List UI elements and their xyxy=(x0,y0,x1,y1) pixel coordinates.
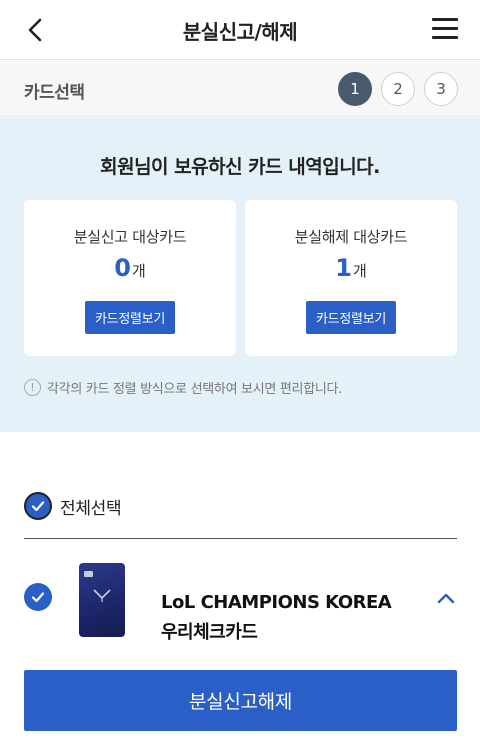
card-logo-icon xyxy=(93,589,111,602)
lost-release-count: 1개 xyxy=(245,254,457,282)
select-all-checkbox[interactable]: 전체선택 xyxy=(24,492,122,520)
step-label: 카드선택 xyxy=(24,83,85,103)
lost-release-label: 분실해제 대상카드 xyxy=(294,228,408,246)
lost-report-card-box: 분실신고 대상카드 0개 카드정렬보기 xyxy=(24,200,236,356)
check-circle-icon[interactable] xyxy=(24,583,52,611)
info-text: 각각의 카드 정렬 방식으로 선택하여 보시면 편리합니다. xyxy=(47,382,343,397)
card-chip xyxy=(84,571,93,577)
lost-release-count-unit: 개 xyxy=(352,262,367,280)
lost-release-card-box: 분실해제 대상카드 1개 카드정렬보기 xyxy=(245,200,457,356)
card-name: LoL CHAMPIONS KOREA 우리체크카드 xyxy=(161,592,392,643)
page-title: 분실신고/해제 xyxy=(182,20,298,44)
check-circle-icon xyxy=(24,492,52,520)
lost-report-sort-button[interactable]: 카드정렬보기 xyxy=(85,301,175,334)
hamburger-menu-icon[interactable] xyxy=(432,18,458,40)
step-indicator-bar: 카드선택 1 2 3 xyxy=(0,61,480,117)
chevron-up-icon[interactable] xyxy=(435,588,457,610)
card-summary-panel: 회원님이 보유하신 카드 내역입니다. 분실신고 대상카드 0개 카드정렬보기 … xyxy=(0,118,480,432)
lost-report-count: 0개 xyxy=(24,254,236,282)
summary-title: 회원님이 보유하신 카드 내역입니다. xyxy=(100,156,380,178)
app-header: 분실신고/해제 xyxy=(0,0,480,60)
card-image xyxy=(79,563,125,637)
divider xyxy=(24,538,457,539)
card-list-item[interactable]: LoL CHAMPIONS KOREA 우리체크카드 xyxy=(24,560,457,650)
step-list: 1 2 3 xyxy=(329,72,458,106)
lost-release-submit-button[interactable]: 분실신고해제 xyxy=(24,670,457,731)
step-3: 3 xyxy=(424,72,458,106)
info-notice: ! 각각의 카드 정렬 방식으로 선택하여 보시면 편리합니다. xyxy=(24,378,342,397)
select-all-label: 전체선택 xyxy=(60,498,122,519)
info-icon: ! xyxy=(24,379,41,396)
lost-report-count-number: 0 xyxy=(114,254,131,282)
lost-report-label: 분실신고 대상카드 xyxy=(73,228,187,246)
lost-report-count-unit: 개 xyxy=(131,262,146,280)
lost-release-count-number: 1 xyxy=(335,254,352,282)
lost-release-sort-button[interactable]: 카드정렬보기 xyxy=(306,301,396,334)
step-1: 1 xyxy=(338,72,372,106)
step-2: 2 xyxy=(381,72,415,106)
